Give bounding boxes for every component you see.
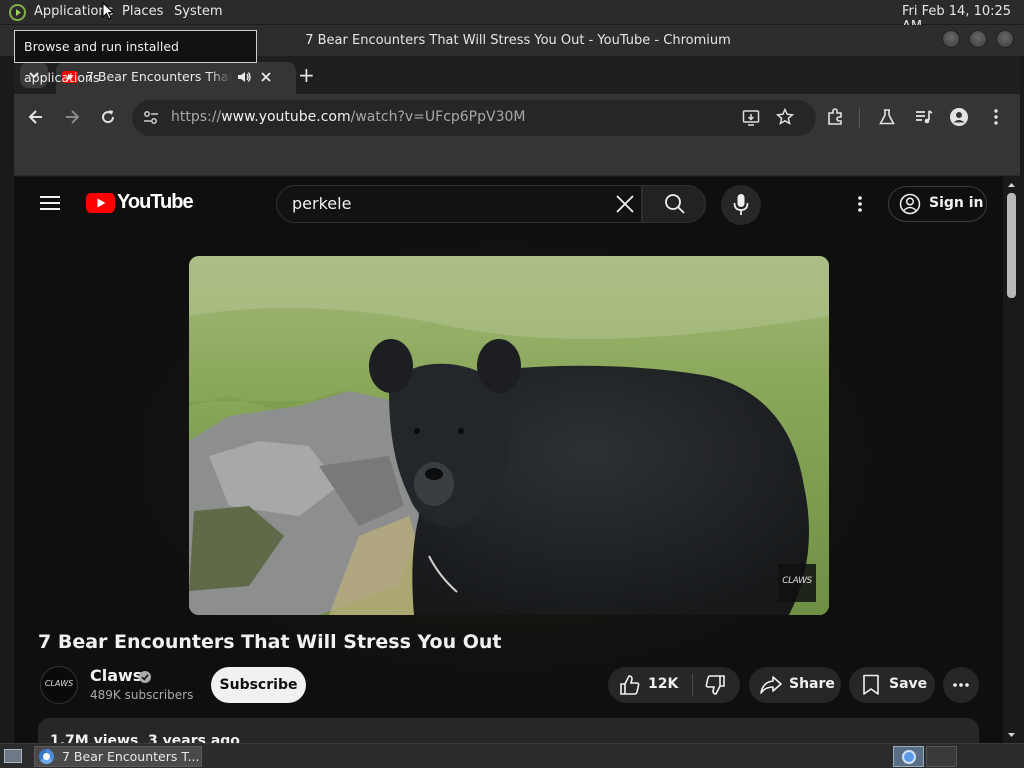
new-tab-button[interactable]: + <box>298 63 315 87</box>
microphone-icon <box>733 194 749 215</box>
site-info-icon[interactable] <box>142 109 160 131</box>
applications-tooltip: Browse and run installed applications <box>14 30 257 85</box>
youtube-logo-text: YouTube <box>117 191 194 213</box>
speaker-icon[interactable] <box>236 70 252 87</box>
subscribe-button[interactable]: Subscribe <box>211 667 306 703</box>
description-box[interactable]: 1.7M views 3 years ago <box>38 718 979 743</box>
toolbar-divider <box>859 108 860 128</box>
mouse-cursor-icon <box>102 2 114 20</box>
minimize-button[interactable] <box>942 30 960 48</box>
forward-arrow-icon[interactable] <box>61 108 83 131</box>
more-horizontal-icon <box>953 683 969 687</box>
search-query: perkele <box>292 194 352 213</box>
workspace-switcher[interactable] <box>893 746 924 767</box>
bookmark-star-icon[interactable] <box>775 107 795 130</box>
reload-icon[interactable] <box>97 108 119 131</box>
save-button[interactable]: Save <box>849 667 935 703</box>
youtube-logo-icon <box>86 193 115 213</box>
save-label: Save <box>889 676 928 692</box>
browser-menu-icon[interactable] <box>985 108 1007 131</box>
scrollbar-thumb[interactable] <box>1007 193 1016 298</box>
url-text[interactable]: https://www.youtube.com/watch?v=UFcp6PpV… <box>171 109 525 125</box>
extensions-puzzle-icon[interactable] <box>824 108 846 131</box>
thumbs-up-icon <box>620 675 640 695</box>
bookmark-icon <box>863 674 879 695</box>
toolbar-lower-area <box>14 142 1020 176</box>
browser-toolbar: https://www.youtube.com/watch?v=UFcp6PpV… <box>14 94 1020 142</box>
install-app-icon[interactable] <box>742 109 762 131</box>
distro-logo-icon[interactable] <box>9 4 26 21</box>
sign-in-button[interactable]: Sign in <box>888 186 987 222</box>
view-count-and-date: 1.7M views 3 years ago <box>50 733 240 743</box>
url-path: /watch?v=UFcp6PpV30M <box>350 109 526 125</box>
tab-title: 7 Bear Encounters That Will Stress You O… <box>86 69 232 84</box>
url-scheme: https:// <box>171 109 222 125</box>
verified-check-icon <box>138 669 152 688</box>
dislike-button[interactable] <box>693 667 740 703</box>
close-window-button[interactable] <box>996 30 1014 48</box>
back-arrow-icon[interactable] <box>25 108 47 131</box>
tab-close-icon[interactable] <box>260 71 272 86</box>
account-circle-icon <box>899 193 921 215</box>
search-button[interactable] <box>642 185 706 223</box>
taskbar-window-title: 7 Bear Encounters T... <box>62 749 200 764</box>
system-menu[interactable]: System <box>174 4 222 19</box>
maximize-button[interactable] <box>969 30 987 48</box>
chromium-mini-icon <box>902 750 916 764</box>
profile-avatar-icon[interactable] <box>948 107 970 132</box>
media-controls-icon[interactable] <box>913 108 935 131</box>
url-host: www.youtube.com <box>221 109 351 125</box>
channel-name[interactable]: Claws <box>90 666 142 685</box>
clear-search-icon[interactable] <box>616 195 634 217</box>
bottom-taskbar: 7 Bear Encounters T... <box>0 743 1024 768</box>
channel-watermark[interactable]: CLAWS <box>778 576 816 586</box>
settings-more-icon[interactable] <box>857 195 863 217</box>
places-menu[interactable]: Places <box>122 4 163 19</box>
address-bar[interactable]: https://www.youtube.com/watch?v=UFcp6PpV… <box>132 100 816 136</box>
channel-avatar[interactable]: CLAWS <box>40 666 78 704</box>
share-arrow-icon <box>760 676 782 694</box>
thumbs-down-icon <box>705 675 725 695</box>
subscriber-count: 489K subscribers <box>90 688 194 702</box>
scroll-down-arrow-icon[interactable] <box>1003 730 1020 740</box>
voice-search-button[interactable] <box>721 185 761 225</box>
sign-in-label: Sign in <box>929 195 984 211</box>
scroll-up-arrow-icon[interactable] <box>1003 180 1020 190</box>
taskbar-window-item[interactable]: 7 Bear Encounters T... <box>34 746 202 767</box>
video-frame <box>189 256 829 615</box>
share-button[interactable]: Share <box>749 667 841 703</box>
search-input[interactable]: perkele <box>276 185 642 223</box>
video-title: 7 Bear Encounters That Will Stress You O… <box>38 631 502 653</box>
search-icon <box>665 194 685 214</box>
page-scrollbar[interactable] <box>1003 177 1020 743</box>
share-label: Share <box>789 676 835 692</box>
video-player[interactable]: CLAWS <box>189 256 829 615</box>
like-count: 12K <box>648 676 679 692</box>
like-dislike-group: 12K <box>608 667 740 703</box>
labs-flask-icon[interactable] <box>876 108 898 131</box>
hamburger-menu-icon[interactable] <box>40 195 60 215</box>
channel-avatar-text: CLAWS <box>44 679 74 688</box>
youtube-page: YouTube perkele Sign in CLAWS 7 Bear Enc… <box>14 177 1003 743</box>
top-panel: Applications Places System Fri Feb 14, 1… <box>0 0 1024 34</box>
more-actions-button[interactable] <box>943 667 979 703</box>
show-desktop-icon[interactable] <box>4 749 22 763</box>
like-button[interactable]: 12K <box>608 667 692 703</box>
chromium-icon <box>39 749 54 764</box>
workspace-empty[interactable] <box>926 746 957 767</box>
